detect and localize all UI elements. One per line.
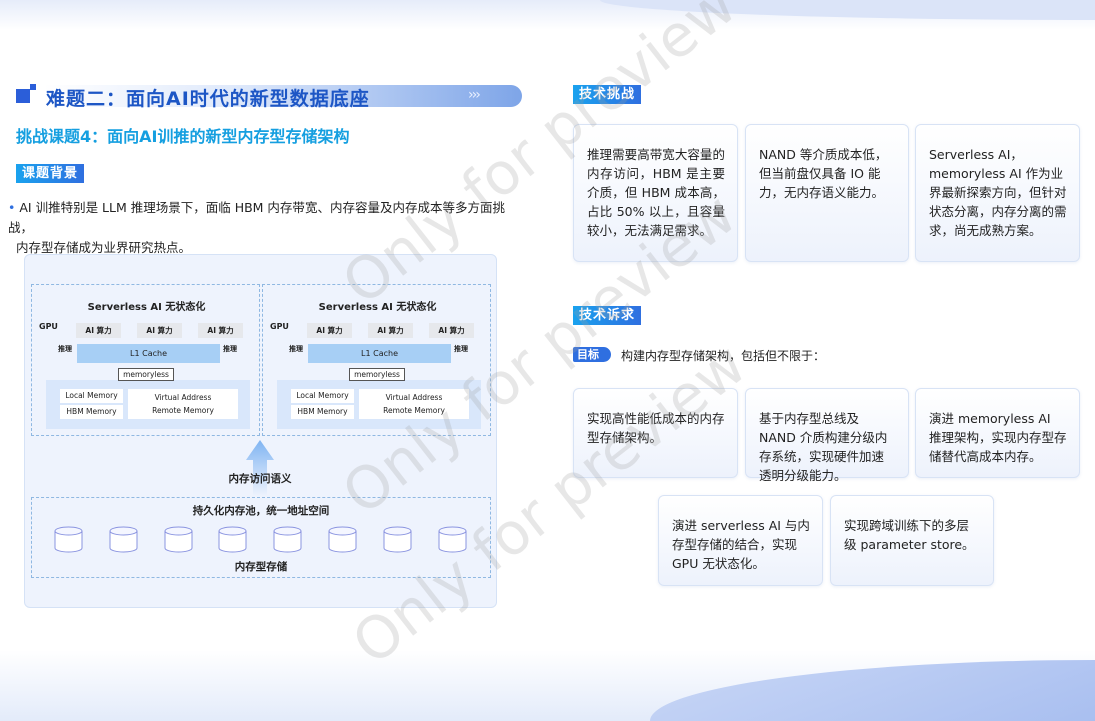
hbm-memory-box: HBM Memory	[60, 405, 123, 419]
demand-card: 实现跨域训练下的多层级 parameter store。	[830, 495, 994, 586]
ai-compute-box: AI 算力	[76, 323, 121, 338]
bullet-icon: •	[8, 200, 20, 215]
remote-memory-label: Remote Memory	[152, 406, 214, 415]
local-memory-box: Local Memory	[291, 389, 354, 403]
background-tag: 课题背景	[16, 164, 85, 183]
title-square-icon	[30, 84, 36, 90]
arrow-label: 内存访问语义	[228, 473, 292, 485]
ai-compute-box: AI 算力	[307, 323, 352, 338]
node-title: Serverless AI 无状态化	[87, 302, 206, 313]
l1-cache-box: L1 Cache	[308, 344, 451, 363]
ai-compute-box: AI 算力	[198, 323, 243, 338]
demand-card: 演进 memoryless AI 推理架构，实现内存型存储替代高成本内存。	[915, 388, 1080, 478]
serverless-node: Serverless AI 无状态化 GPU AI 算力 AI 算力 AI 算力 推…	[31, 284, 260, 436]
infer-label: 推理	[289, 345, 303, 353]
storage-cylinder-icon	[328, 526, 357, 553]
ai-compute-box: AI 算力	[137, 323, 182, 338]
storage-cylinder-icon	[54, 526, 83, 553]
demand-card: 基于内存型总线及 NAND 介质构建分级内存系统，实现硬件加速透明分级能力。	[745, 388, 909, 483]
storage-cylinder-icon	[383, 526, 412, 553]
gpu-label: GPU	[39, 322, 58, 331]
page-title: 难题二：面向AI时代的新型数据底座	[46, 88, 370, 110]
challenge-card: NAND 等介质成本低，但当前盘仅具备 IO 能力，无内存语义能力。	[745, 124, 909, 262]
gpu-label: GPU	[270, 322, 289, 331]
demand-card: 演进 serverless AI 与内存型存储的结合，实现 GPU 无状态化。	[658, 495, 823, 586]
page-subtitle: 挑战课题4：面向AI训推的新型内存型存储架构	[16, 127, 350, 146]
infer-label: 推理	[58, 345, 72, 353]
storage-cylinder-icon	[273, 526, 302, 553]
l1-cache-box: L1 Cache	[77, 344, 220, 363]
ai-compute-box: AI 算力	[429, 323, 474, 338]
pool-title: 持久化内存池，统一地址空间	[192, 505, 330, 517]
memoryless-box: memoryless	[349, 368, 405, 381]
hbm-memory-box: HBM Memory	[291, 405, 354, 419]
ai-compute-box: AI 算力	[368, 323, 413, 338]
memory-area: Local Memory HBM Memory Virtual Address R…	[46, 380, 250, 429]
local-memory-box: Local Memory	[60, 389, 123, 403]
virtual-address-label: Virtual Address	[154, 393, 212, 402]
chevrons-icon: ›››	[468, 87, 481, 103]
title-square-icon	[16, 89, 30, 103]
challenge-card: Serverless AI，memoryless AI 作为业界最新探索方向，但…	[915, 124, 1080, 262]
remote-memory-box: Virtual Address Remote Memory	[128, 389, 238, 419]
infer-label: 推理	[223, 345, 237, 353]
memoryless-box: memoryless	[118, 368, 174, 381]
storage-cylinder-icon	[109, 526, 138, 553]
storage-cylinder-icon	[164, 526, 193, 553]
upward-arrow-icon	[246, 440, 274, 496]
storage-cylinder-icon	[218, 526, 247, 553]
infer-label: 推理	[454, 345, 468, 353]
